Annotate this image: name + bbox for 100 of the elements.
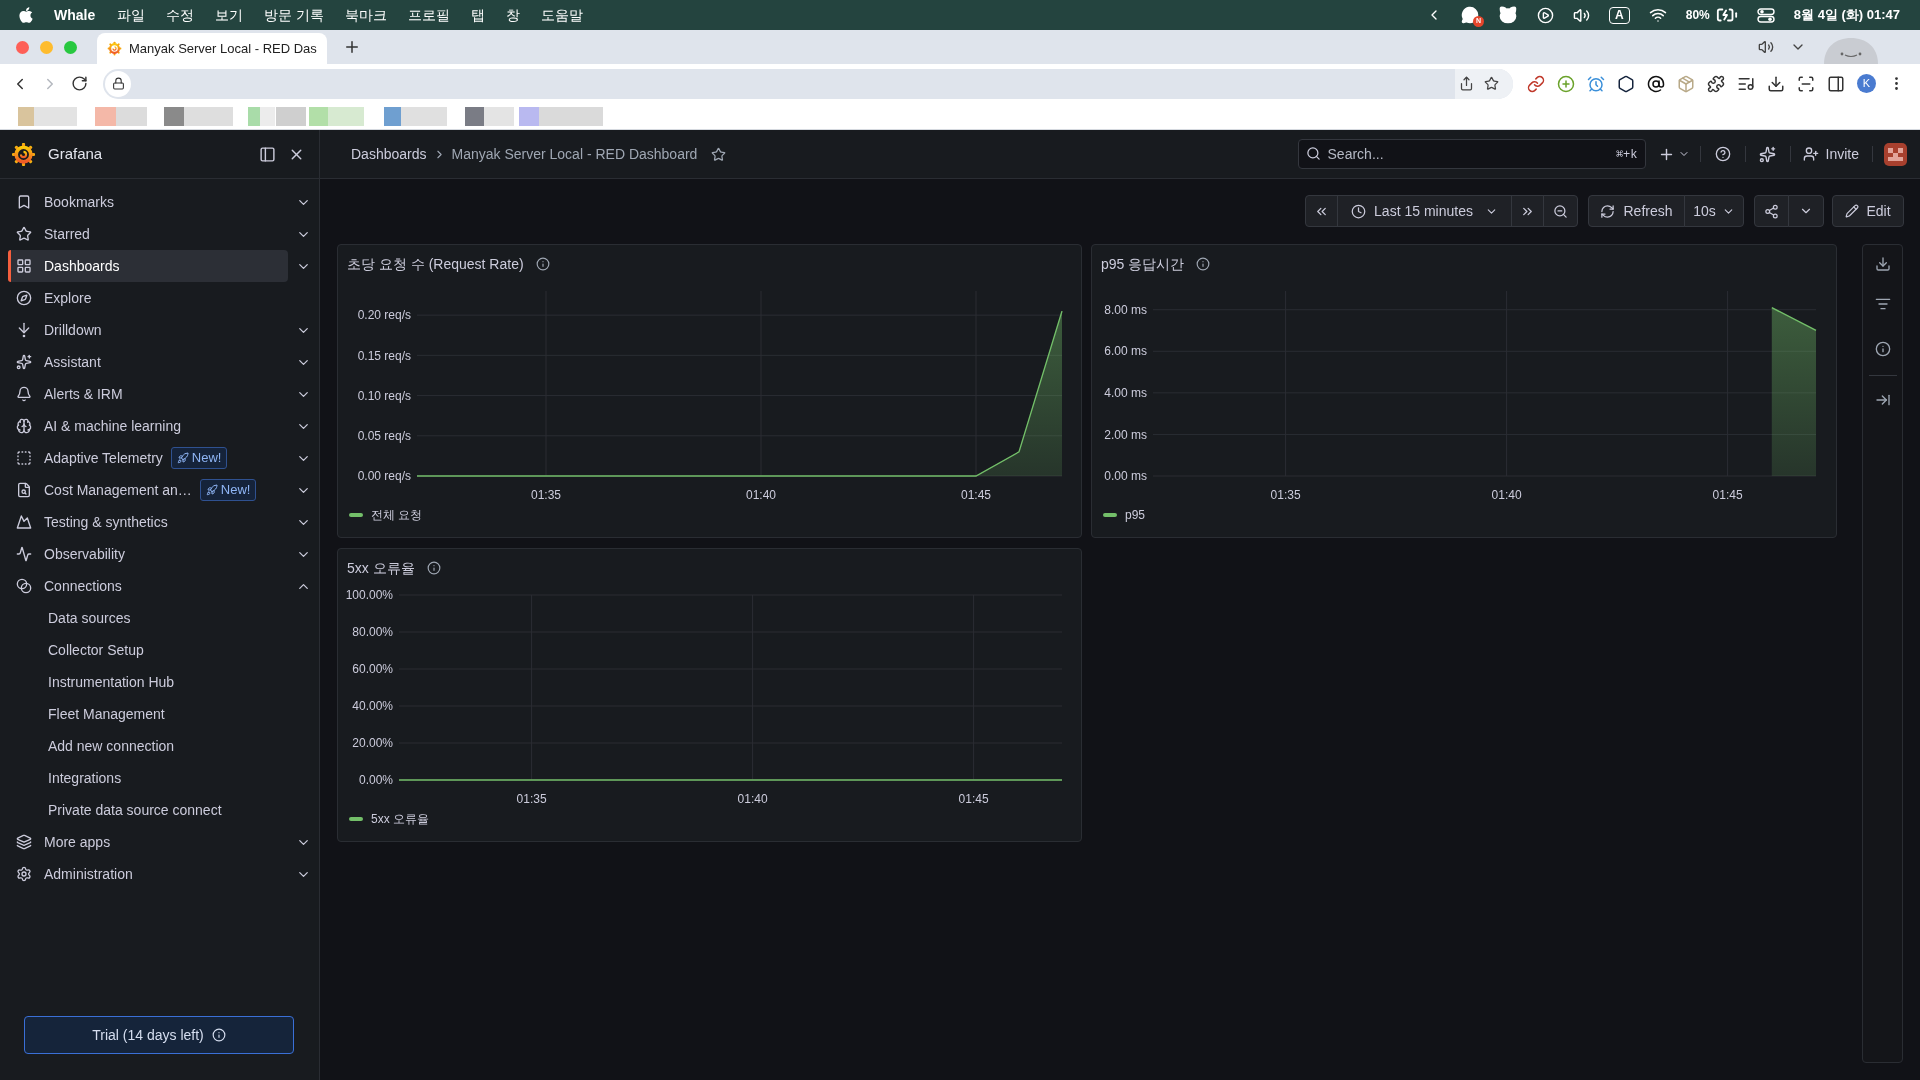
apple-icon[interactable] <box>18 6 34 24</box>
sidebar-item[interactable]: Alerts & IRM <box>8 378 288 410</box>
star-icon[interactable] <box>1484 76 1499 91</box>
menu-item[interactable]: 탭 <box>471 4 486 26</box>
profile-avatar[interactable]: K <box>1857 74 1876 93</box>
sidebar-subitem[interactable]: Integrations <box>8 762 288 794</box>
sidebar-item[interactable]: Starred <box>8 218 288 250</box>
sidebar-item[interactable]: Administration <box>8 858 288 890</box>
x-axis-label: 01:45 <box>958 792 989 807</box>
browser-tab[interactable]: Manyak Server Local - RED Das <box>97 33 327 64</box>
sidebar-item[interactable]: Assistant <box>8 346 288 378</box>
sidebar-subitem[interactable]: Add new connection <box>8 730 288 762</box>
sidebar-item[interactable]: Testing & synthetics <box>8 506 288 538</box>
info-icon[interactable] <box>1874 341 1891 357</box>
sidebar-item[interactable]: More apps <box>8 826 288 858</box>
zoom-out-icon <box>1553 203 1568 219</box>
speaker-icon[interactable] <box>1758 39 1774 55</box>
wifi-icon[interactable] <box>1648 6 1667 24</box>
menu-item[interactable]: 북마크 <box>345 4 388 26</box>
sidebar-item[interactable]: Observability <box>8 538 288 570</box>
sparkle-icon[interactable] <box>1758 145 1776 163</box>
chat-bubble-icon[interactable] <box>1461 6 1480 24</box>
help-icon[interactable] <box>1714 146 1731 162</box>
list-lines-icon[interactable] <box>1874 296 1891 312</box>
trial-button[interactable]: Trial (14 days left) <box>24 1016 294 1054</box>
at-sign-icon[interactable] <box>1647 74 1665 93</box>
sidebar-subitem[interactable]: Collector Setup <box>8 634 288 666</box>
share-button[interactable] <box>1754 195 1789 227</box>
sidebar-item[interactable]: Dashboards <box>8 250 288 282</box>
play-icon[interactable] <box>1537 6 1555 24</box>
y-axis-label: 0.10 req/s <box>357 388 411 403</box>
legend-label[interactable]: 5xx 오류율 <box>371 810 429 828</box>
speaker-icon[interactable] <box>1573 6 1591 24</box>
sidebar-subitem[interactable]: Private data source connect <box>8 794 288 826</box>
input-source-indicator[interactable]: A <box>1609 6 1630 24</box>
y-axis-label: 8.00 ms <box>1104 302 1147 317</box>
download-icon[interactable] <box>1874 256 1891 272</box>
time-forward-button[interactable] <box>1511 195 1544 227</box>
menu-item[interactable]: 수정 <box>166 4 195 26</box>
sidebar-subitem[interactable]: Instrumentation Hub <box>8 666 288 698</box>
menu-item[interactable]: 프로필 <box>408 4 451 26</box>
time-range-picker[interactable]: Last 15 minutes <box>1337 195 1512 227</box>
sidebar-item[interactable]: Adaptive Telemetry New! <box>8 442 288 474</box>
zoom-out-button[interactable] <box>1543 195 1578 227</box>
sidebar-item[interactable]: Explore <box>8 282 288 314</box>
legend-label[interactable]: p95 <box>1125 506 1146 524</box>
address-field[interactable] <box>103 68 1513 99</box>
lock-icon[interactable] <box>111 77 125 90</box>
menu-item[interactable]: 창 <box>506 4 521 26</box>
app-menu[interactable]: Whale <box>54 4 96 26</box>
panel-icon[interactable] <box>1827 74 1845 93</box>
menu-item[interactable]: 방문 기록 <box>264 4 325 26</box>
avatar-icon[interactable] <box>1884 142 1907 166</box>
grid-icon <box>16 258 32 274</box>
hexagon-icon[interactable] <box>1617 74 1635 93</box>
dashboard-title: Manyak Server Local - RED Dashboard <box>451 144 698 164</box>
edit-button[interactable]: Edit <box>1832 195 1904 227</box>
legend-label[interactable]: 전체 요청 <box>371 506 423 524</box>
sidebar-item[interactable]: Bookmarks <box>8 186 288 218</box>
scan-frame-icon[interactable] <box>1797 74 1815 93</box>
brand-name[interactable]: Grafana <box>48 142 103 166</box>
invite-button[interactable]: Invite <box>1800 143 1861 165</box>
refresh-interval-picker[interactable]: 10s <box>1684 195 1744 227</box>
pencil-icon <box>1845 204 1860 218</box>
toggles-icon[interactable] <box>1756 7 1775 23</box>
badge-text: New! <box>220 481 251 500</box>
sidebar-item[interactable]: Connections <box>8 570 288 602</box>
y-axis-label: 4.00 ms <box>1104 386 1147 401</box>
puzzle-icon[interactable] <box>1707 74 1725 93</box>
breadcrumb-link[interactable]: Dashboards <box>351 143 427 165</box>
sidebar-subitem[interactable]: Fleet Management <box>8 698 288 730</box>
refresh-button[interactable]: Refresh <box>1588 195 1685 227</box>
time-back-button[interactable] <box>1305 195 1338 227</box>
sidebar-item[interactable]: Cost Management an… New! <box>8 474 288 506</box>
y-axis-label: 6.00 ms <box>1104 344 1147 359</box>
menu-item[interactable]: 보기 <box>215 4 244 26</box>
y-axis-label: 2.00 ms <box>1104 427 1147 442</box>
selection-bar-icon <box>8 250 11 282</box>
plus-circle-icon[interactable] <box>1557 74 1575 93</box>
panel-title: p95 응답시간 <box>1101 254 1185 274</box>
menu-item[interactable]: 파일 <box>117 4 146 26</box>
sidebar-subitem[interactable]: Data sources <box>8 602 288 634</box>
panel-icon[interactable] <box>259 145 276 163</box>
sidebar-item[interactable]: AI & machine learning <box>8 410 288 442</box>
x-axis-label: 01:35 <box>531 488 561 503</box>
sparkle-icon <box>16 354 32 370</box>
bell-icon <box>16 386 32 402</box>
cat-icon[interactable] <box>1498 5 1519 25</box>
reload-icon[interactable] <box>71 75 88 92</box>
share-icon[interactable] <box>1459 76 1474 91</box>
sidebar-item[interactable]: Drilldown <box>8 314 288 346</box>
star-icon[interactable] <box>711 146 727 162</box>
menu-item[interactable]: 도움말 <box>541 4 584 26</box>
x-axis-label: 01:45 <box>1712 488 1743 503</box>
link-icon[interactable] <box>1527 74 1545 93</box>
x-axis-label: 01:35 <box>516 792 547 807</box>
alarm-clock-icon[interactable] <box>1587 74 1605 93</box>
y-axis-label: 0.00% <box>358 773 393 788</box>
download-icon[interactable] <box>1767 74 1785 93</box>
arrow-to-line-icon[interactable] <box>1874 392 1891 408</box>
